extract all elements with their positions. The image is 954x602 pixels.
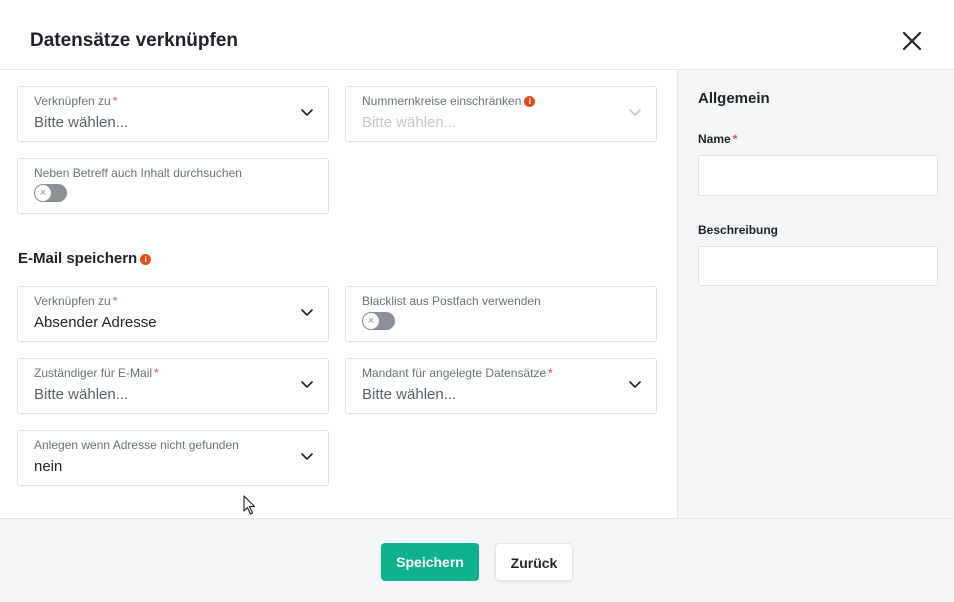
- blacklist-label: Blacklist aus Postfach verwenden: [362, 294, 541, 308]
- search-content-label: Neben Betreff auch Inhalt durchsuchen: [34, 166, 242, 180]
- link-to-label: Verknüpfen zu *: [34, 94, 118, 108]
- responsible-value: Bitte wählen...: [34, 386, 129, 403]
- number-ranges-select[interactable]: Nummernkreise einschränken i Bitte wählen…: [345, 86, 657, 142]
- link-records-dialog: Datensätze verknüpfen Verknüpfen zu * Bit…: [0, 0, 954, 602]
- required-marker: *: [112, 294, 118, 308]
- close-icon: [902, 31, 922, 51]
- close-button[interactable]: [898, 27, 926, 55]
- email-link-to-value: Absender Adresse: [34, 314, 157, 331]
- link-to-select[interactable]: Verknüpfen zu * Bitte wählen...: [17, 86, 329, 142]
- create-if-not-found-select[interactable]: Anlegen wenn Adresse nicht gefunden nein: [17, 430, 329, 486]
- responsible-select[interactable]: Zuständiger für E-Mail * Bitte wählen...: [17, 358, 329, 414]
- name-label: Name *: [698, 132, 738, 146]
- link-to-value: Bitte wählen...: [34, 114, 129, 131]
- number-ranges-value: Bitte wählen...: [362, 114, 457, 131]
- mouse-cursor-icon: [243, 495, 256, 515]
- main-content: Verknüpfen zu * Bitte wählen... Nummernkr…: [0, 70, 677, 518]
- client-select[interactable]: Mandant für angelegte Datensätze * Bitte …: [345, 358, 657, 414]
- create-if-not-found-label: Anlegen wenn Adresse nicht gefunden: [34, 438, 239, 452]
- required-marker: *: [154, 366, 159, 380]
- sidebar-title: Allgemein: [698, 90, 770, 107]
- blacklist-field: Blacklist aus Postfach verwenden ×: [345, 286, 657, 342]
- client-value: Bitte wählen...: [362, 386, 457, 403]
- number-ranges-label: Nummernkreise einschränken i: [362, 94, 536, 108]
- back-button[interactable]: Zurück: [495, 543, 573, 581]
- required-marker: *: [112, 94, 118, 108]
- chevron-down-icon: [301, 381, 313, 388]
- search-content-field: Neben Betreff auch Inhalt durchsuchen ×: [17, 158, 329, 214]
- name-input[interactable]: [698, 155, 938, 196]
- chevron-down-icon: [301, 309, 313, 316]
- info-icon[interactable]: i: [140, 254, 152, 265]
- sidebar-general: Allgemein Name * Beschreibung: [677, 70, 954, 518]
- toggle-off-icon: ×: [39, 187, 47, 199]
- dialog-header: Datensätze verknüpfen: [0, 0, 954, 70]
- email-section-title: E-Mail speichern i: [18, 250, 152, 267]
- description-input[interactable]: [698, 246, 938, 286]
- create-if-not-found-value: nein: [34, 458, 63, 475]
- toggle-off-icon: ×: [367, 315, 375, 327]
- email-link-to-label: Verknüpfen zu *: [34, 294, 118, 308]
- description-label: Beschreibung: [698, 223, 779, 237]
- dialog-title: Datensätze verknüpfen: [30, 30, 239, 51]
- client-label: Mandant für angelegte Datensätze *: [362, 366, 553, 380]
- required-marker: *: [732, 132, 738, 146]
- save-button[interactable]: Speichern: [381, 543, 479, 581]
- chevron-down-icon: [301, 453, 313, 460]
- info-icon[interactable]: i: [524, 96, 536, 107]
- chevron-down-icon: [301, 109, 313, 116]
- responsible-label: Zuständiger für E-Mail *: [34, 366, 159, 380]
- chevron-down-icon: [629, 381, 641, 388]
- email-link-to-select[interactable]: Verknüpfen zu * Absender Adresse: [17, 286, 329, 342]
- chevron-down-icon: [629, 109, 641, 116]
- dialog-footer: Speichern Zurück: [0, 518, 954, 602]
- required-marker: *: [548, 366, 553, 380]
- blacklist-toggle[interactable]: ×: [362, 312, 395, 330]
- search-content-toggle[interactable]: ×: [34, 184, 67, 202]
